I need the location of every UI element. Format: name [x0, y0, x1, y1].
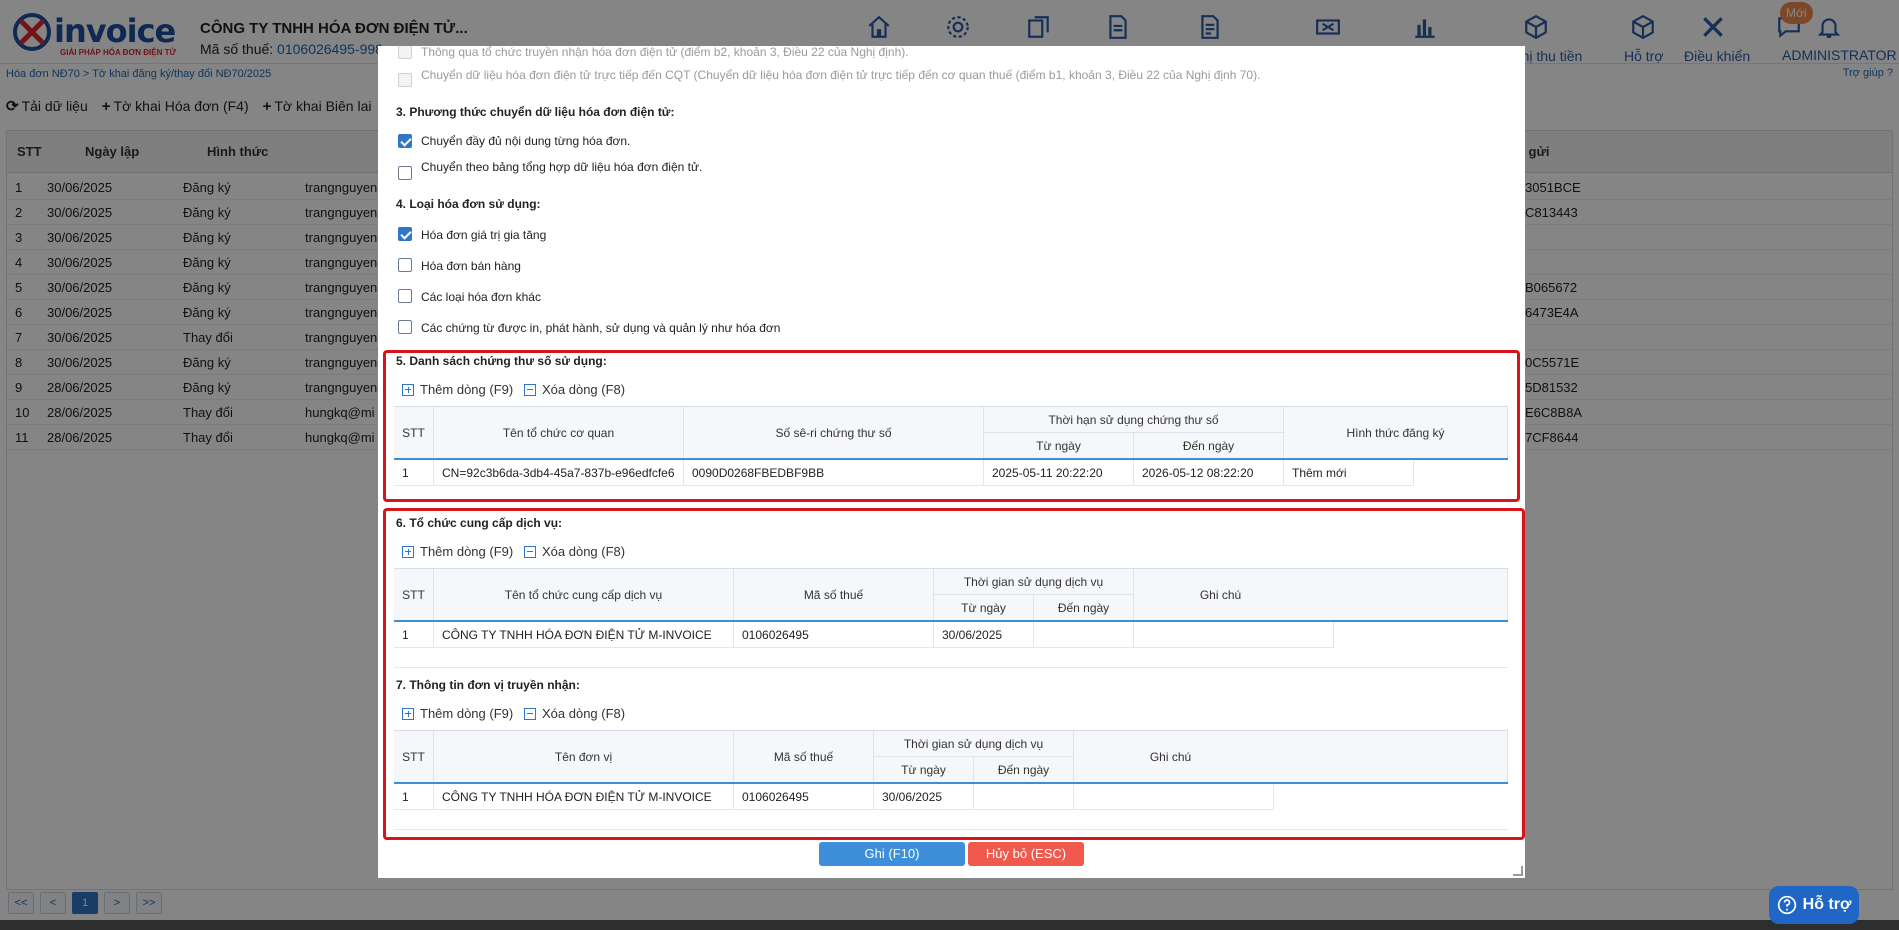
transfer-summary-label: Chuyển theo bảng tổng hợp dữ liệu hóa đơ… — [421, 160, 703, 174]
vat-invoice-checkbox[interactable] — [398, 227, 412, 241]
transfer-full-label: Chuyển đầy đủ nội dung từng hóa đơn. — [421, 134, 631, 148]
section-4-title: 4. Loại hóa đơn sử dụng: — [396, 197, 541, 211]
cancel-button[interactable]: Hủy bỏ (ESC) — [968, 842, 1084, 866]
highlight-section-6-7 — [383, 508, 1525, 840]
transmit-via-org-label: Thông qua tổ chức truyền nhận hóa đơn đi… — [421, 46, 909, 59]
support-chat-label: Hỗ trợ — [1802, 896, 1852, 913]
other-invoice-checkbox[interactable] — [398, 289, 412, 303]
vat-invoice-label: Hóa đơn giá trị gia tăng — [421, 228, 547, 242]
transmit-via-org-checkbox[interactable] — [398, 46, 412, 59]
transfer-summary-checkbox[interactable] — [398, 166, 412, 180]
support-chat-button[interactable]: Hỗ trợ — [1769, 886, 1859, 924]
transfer-full-checkbox[interactable] — [398, 134, 412, 148]
save-button[interactable]: Ghi (F10) — [819, 842, 965, 866]
transmit-direct-label: Chuyển dữ liệu hóa đơn điện tử trực tiếp… — [421, 68, 1261, 82]
bottom-strip — [0, 920, 1899, 930]
vouchers-checkbox[interactable] — [398, 320, 412, 334]
section-3-title: 3. Phương thức chuyển dữ liệu hóa đơn đi… — [396, 105, 675, 119]
vouchers-label: Các chứng từ được in, phát hành, sử dụng… — [421, 321, 781, 335]
other-invoice-label: Các loại hóa đơn khác — [421, 290, 541, 304]
sales-invoice-checkbox[interactable] — [398, 258, 412, 272]
transmit-direct-checkbox[interactable] — [398, 73, 412, 87]
help-circle-icon — [1777, 895, 1796, 915]
highlight-section-5 — [383, 350, 1520, 502]
resize-grip-icon[interactable] — [1513, 866, 1523, 876]
sales-invoice-label: Hóa đơn bán hàng — [421, 259, 521, 273]
